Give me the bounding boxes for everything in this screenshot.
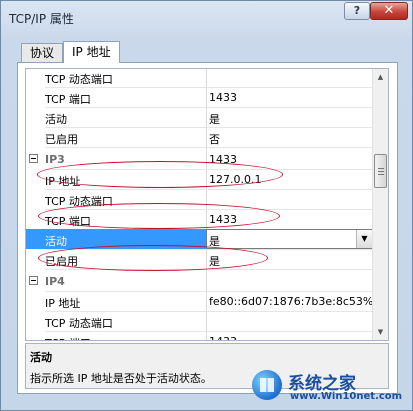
collapse-icon[interactable]	[29, 154, 38, 163]
property-name: 活动	[45, 113, 67, 126]
row-divider	[45, 147, 373, 148]
property-value: fe80::6d07:1876:7b3e:8c53%17	[209, 295, 388, 308]
collapse-icon[interactable]	[29, 276, 38, 285]
property-name: TCP 端口	[45, 335, 91, 340]
tab-protocol[interactable]: 协议	[21, 43, 64, 62]
tab-ip-address[interactable]: IP 地址	[63, 41, 120, 63]
property-name: TCP 端口	[45, 93, 91, 106]
watermark: 系统之家 www.Win10net.com	[248, 366, 408, 406]
property-value: 是	[209, 113, 220, 126]
help-button[interactable]: ?	[344, 2, 370, 20]
title-bar: TCP/IP 属性 ? ✕	[1, 1, 412, 33]
property-name: TCP 动态端口	[45, 73, 113, 86]
windows-logo-icon	[252, 370, 282, 400]
dropdown-arrow-icon[interactable]: ▼	[356, 230, 372, 248]
grid-row[interactable]: TCP 端口 1433	[26, 331, 373, 340]
annotation-ellipse-enabled	[38, 245, 268, 271]
category-label: IP4	[45, 275, 65, 288]
property-name: IP 地址	[45, 297, 81, 310]
grid-row[interactable]: TCP 动态端口	[26, 311, 373, 331]
property-name: TCP 动态端口	[45, 317, 113, 330]
watermark-url: www.Win10net.com	[290, 391, 403, 402]
property-name: 已启用	[45, 133, 78, 146]
value-dropdown[interactable]: 是 ▼	[206, 229, 373, 249]
window-title: TCP/IP 属性	[9, 12, 74, 26]
grip-line	[378, 171, 384, 172]
grid-row[interactable]: TCP 端口 1433	[26, 87, 373, 107]
grid-row[interactable]: 已启用 否	[26, 127, 373, 147]
grid-row[interactable]: IP 地址 fe80::6d07:1876:7b3e:8c53%17	[26, 291, 387, 311]
grid-row[interactable]: TCP 动态端口	[26, 69, 373, 87]
category-label: IP3	[45, 153, 65, 166]
scroll-down-icon[interactable]: ▼	[373, 324, 388, 340]
description-title: 活动	[30, 351, 52, 364]
category-row-ip4[interactable]: IP4	[26, 271, 373, 291]
property-value: 1433	[209, 335, 237, 340]
vertical-scrollbar[interactable]: ▲ ▼	[372, 69, 388, 340]
close-button[interactable]: ✕	[370, 2, 408, 20]
grip-line	[378, 174, 384, 175]
property-name: 活动	[45, 235, 67, 248]
description-text: 指示所选 IP 地址是否处于活动状态。	[30, 372, 212, 385]
scroll-thumb[interactable]	[374, 154, 387, 188]
annotation-ellipse-ip-address	[37, 161, 283, 188]
annotation-ellipse-tcp-port	[38, 203, 280, 229]
tcpip-properties-dialog: TCP/IP 属性 ? ✕ 协议 IP 地址 TCP 动态端口 TCP 端口 1…	[0, 0, 413, 411]
grip-line	[378, 168, 384, 169]
scroll-up-icon[interactable]: ▲	[373, 69, 388, 85]
property-value: 否	[209, 133, 220, 146]
grid-row[interactable]: 活动 是	[26, 107, 373, 127]
property-value: 1433	[209, 91, 237, 104]
